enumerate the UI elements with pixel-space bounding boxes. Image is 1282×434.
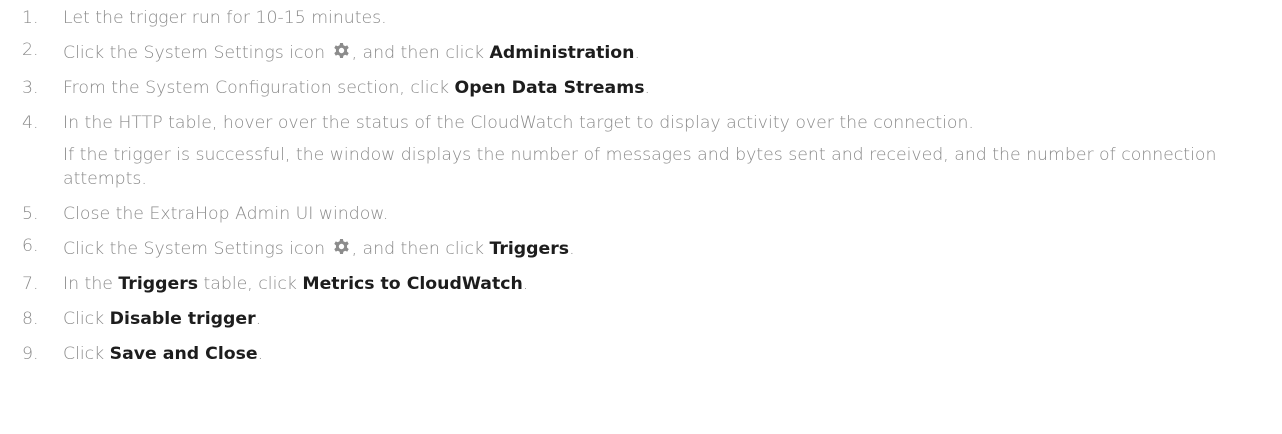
step-note: If the trigger is successful, the window…: [63, 145, 1217, 189]
step-text: .: [257, 344, 264, 364]
ui-term: Triggers: [489, 239, 570, 259]
step-8: 8. Click Disable trigger.: [0, 307, 1282, 331]
ui-term: Open Data Streams: [454, 78, 645, 98]
step-text: Click the System Settings icon: [63, 43, 331, 63]
ui-term: Metrics to CloudWatch: [302, 274, 523, 294]
step-text: .: [634, 43, 640, 63]
step-number: 5.: [22, 204, 39, 224]
step-number: 2.: [22, 40, 39, 60]
step-9: 9. Click Save and Close.: [0, 342, 1282, 366]
step-7: 7. In the Triggers table, click Metrics …: [0, 272, 1282, 296]
step-2: 2. Click the System Settings icon , and …: [0, 40, 1282, 65]
step-text: , and then click: [351, 43, 490, 63]
step-number: 3.: [22, 78, 39, 98]
step-text: In the HTTP table, hover over the status…: [63, 113, 974, 133]
step-text: .: [522, 274, 529, 294]
ui-term: Disable trigger: [109, 309, 256, 329]
step-text: table, click: [198, 274, 303, 294]
step-text: From the System Configuration section, c…: [63, 78, 455, 98]
ui-term: Administration: [489, 43, 635, 63]
step-text: , and then click: [351, 239, 490, 259]
step-number: 6.: [22, 236, 39, 256]
step-text: Click: [63, 309, 110, 329]
step-6: 6. Click the System Settings icon , and …: [0, 236, 1282, 261]
instruction-steps: 1. Let the trigger run for 10-15 minutes…: [0, 0, 1282, 366]
step-text: Click the System Settings icon: [63, 239, 331, 259]
step-text: In the: [63, 274, 119, 294]
gear-icon: [333, 42, 349, 59]
step-number: 7.: [22, 274, 39, 294]
step-number: 8.: [22, 309, 39, 329]
ui-term: Save and Close: [109, 344, 258, 364]
step-text: Let the trigger run for 10-15 minutes.: [63, 8, 387, 28]
step-3: 3. From the System Configuration section…: [0, 76, 1282, 100]
step-number: 9.: [22, 344, 39, 364]
step-1: 1. Let the trigger run for 10-15 minutes…: [0, 6, 1282, 30]
step-number: 4.: [22, 113, 39, 133]
ui-term: Triggers: [118, 274, 199, 294]
gear-icon: [333, 238, 349, 255]
step-5: 5. Close the ExtraHop Admin UI window.: [0, 202, 1282, 226]
step-text: .: [569, 239, 575, 259]
step-text: .: [644, 78, 650, 98]
step-text: Close the ExtraHop Admin UI window.: [63, 204, 389, 224]
step-text: .: [255, 309, 262, 329]
step-text: Click: [63, 344, 110, 364]
step-number: 1.: [22, 8, 39, 28]
step-4: 4. In the HTTP table, hover over the sta…: [0, 111, 1282, 191]
